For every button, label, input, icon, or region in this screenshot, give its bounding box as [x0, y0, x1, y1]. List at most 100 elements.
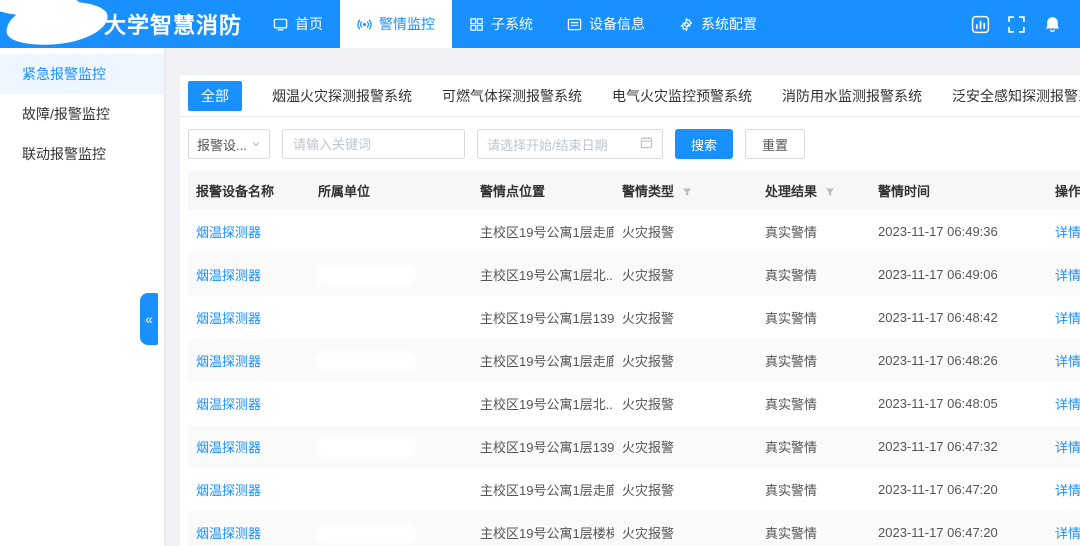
table-row: 烟温探测器 主校区19号公寓1层北... 火灾报警 真实警情 2023-11-1…	[188, 253, 1080, 296]
detail-link[interactable]: 详情	[1055, 311, 1080, 326]
device-link[interactable]: 烟温探测器	[196, 311, 261, 326]
action-cell: 详情处理	[1047, 511, 1080, 546]
fullscreen-icon[interactable]	[1007, 15, 1026, 34]
type-cell: 火灾报警	[614, 382, 757, 425]
nav-item-label: 系统配置	[701, 14, 757, 34]
result-cell: 真实警情	[757, 382, 870, 425]
type-cell: 火灾报警	[614, 511, 757, 546]
field-select-value: 报警设...	[197, 135, 247, 154]
time-cell: 2023-11-17 06:49:36	[870, 210, 1047, 253]
detail-link[interactable]: 详情	[1055, 440, 1080, 455]
table-row: 烟温探测器 主校区19号公寓1层楼梯3 火灾报警 真实警情 2023-11-17…	[188, 511, 1080, 546]
detail-link[interactable]: 详情	[1055, 225, 1080, 240]
nav-item-subsystem[interactable]: 子系统	[452, 0, 550, 48]
location-cell: 主校区19号公寓1层走廊4	[472, 210, 614, 253]
date-range-picker[interactable]: 请选择开始/结束日期	[477, 129, 663, 159]
filter-funnel-icon[interactable]	[682, 185, 692, 200]
tab-smoke-temp-fire[interactable]: 烟温火灾探测报警系统	[272, 86, 412, 106]
system-tabs: 全部 烟温火灾探测报警系统 可燃气体探测报警系统 电气火灾监控预警系统 消防用水…	[180, 75, 1080, 117]
reset-button[interactable]: 重置	[745, 129, 805, 159]
nav-item-home[interactable]: 首页	[256, 0, 340, 48]
table-container: 报警设备名称 所属单位 警情点位置 警情类型 处理结果	[180, 171, 1080, 546]
detail-link[interactable]: 详情	[1055, 397, 1080, 412]
location-cell: 主校区19号公寓1层走廊4	[472, 468, 614, 511]
filter-funnel-icon[interactable]	[825, 185, 835, 200]
location-cell: 主校区19号公寓1层北...	[472, 253, 614, 296]
col-action: 操作	[1047, 171, 1080, 210]
unit-cell	[310, 339, 472, 382]
monitor-icon	[273, 17, 288, 32]
location-cell: 主校区19号公寓1层139	[472, 296, 614, 339]
sidebar-item-emergency-alarm[interactable]: 紧急报警监控	[0, 54, 164, 94]
type-cell: 火灾报警	[614, 425, 757, 468]
top-navbar: 大学智慧消防 首页 警情监控 子系统 设备信息	[0, 0, 1080, 48]
sidebar-item-linkage-alarm[interactable]: 联动报警监控	[0, 134, 164, 174]
detail-link[interactable]: 详情	[1055, 268, 1080, 283]
action-cell: 详情处理	[1047, 339, 1080, 382]
redaction-smudge	[318, 268, 414, 283]
unit-cell	[310, 253, 472, 296]
sidebar-collapse-handle[interactable]: «	[140, 293, 158, 345]
col-unit: 所属单位	[310, 171, 472, 210]
action-cell: 详情处理	[1047, 382, 1080, 425]
device-link[interactable]: 烟温探测器	[196, 526, 261, 541]
keyword-input[interactable]	[282, 129, 465, 159]
location-cell: 主校区19号公寓1层走廊4	[472, 339, 614, 382]
detail-link[interactable]: 详情	[1055, 354, 1080, 369]
device-link[interactable]: 烟温探测器	[196, 354, 261, 369]
sidebar-item-label: 故障/报警监控	[22, 104, 110, 124]
device-cell: 烟温探测器	[188, 468, 310, 511]
detail-link[interactable]: 详情	[1055, 526, 1080, 541]
field-select[interactable]: 报警设...	[188, 129, 270, 159]
time-cell: 2023-11-17 06:47:20	[870, 468, 1047, 511]
device-link[interactable]: 烟温探测器	[196, 483, 261, 498]
sidebar-item-label: 紧急报警监控	[22, 64, 106, 84]
table-row: 烟温探测器 主校区19号公寓1层走廊4 火灾报警 真实警情 2023-11-17…	[188, 339, 1080, 382]
device-link[interactable]: 烟温探测器	[196, 397, 261, 412]
app-title: 大学智慧消防	[104, 8, 242, 40]
device-cell: 烟温探测器	[188, 382, 310, 425]
device-cell: 烟温探测器	[188, 425, 310, 468]
type-cell: 火灾报警	[614, 210, 757, 253]
type-cell: 火灾报警	[614, 253, 757, 296]
tab-combustible-gas[interactable]: 可燃气体探测报警系统	[442, 86, 582, 106]
result-cell: 真实警情	[757, 468, 870, 511]
unit-cell	[310, 425, 472, 468]
sidebar: 紧急报警监控 故障/报警监控 联动报警监控 «	[0, 48, 164, 546]
app-logo: 大学智慧消防	[0, 0, 256, 48]
table-row: 烟温探测器 主校区19号公寓1层北... 火灾报警 真实警情 2023-11-1…	[188, 382, 1080, 425]
nav-item-system-config[interactable]: 系统配置	[662, 0, 774, 48]
nav-item-device-info[interactable]: 设备信息	[550, 0, 662, 48]
result-cell: 真实警情	[757, 339, 870, 382]
statistics-chart-icon[interactable]	[971, 15, 990, 34]
table-header-row: 报警设备名称 所属单位 警情点位置 警情类型 处理结果	[188, 171, 1080, 210]
action-cell: 详情处理	[1047, 210, 1080, 253]
device-link[interactable]: 烟温探测器	[196, 225, 261, 240]
type-cell: 火灾报警	[614, 339, 757, 382]
nav-item-label: 警情监控	[379, 14, 435, 34]
location-cell: 主校区19号公寓1层楼梯3	[472, 511, 614, 546]
device-screen-icon	[567, 17, 582, 32]
time-cell: 2023-11-17 06:48:42	[870, 296, 1047, 339]
device-link[interactable]: 烟温探测器	[196, 268, 261, 283]
tab-electrical-fire[interactable]: 电气火灾监控预警系统	[612, 86, 752, 106]
device-link[interactable]: 烟温探测器	[196, 440, 261, 455]
table-row: 烟温探测器 主校区19号公寓1层139 火灾报警 真实警情 2023-11-17…	[188, 296, 1080, 339]
device-cell: 烟温探测器	[188, 511, 310, 546]
content-card: 全部 烟温火灾探测报警系统 可燃气体探测报警系统 电气火灾监控预警系统 消防用水…	[180, 75, 1080, 546]
time-cell: 2023-11-17 06:47:20	[870, 511, 1047, 546]
tab-all[interactable]: 全部	[188, 81, 242, 111]
redaction-smudge	[318, 225, 414, 240]
tab-pan-security[interactable]: 泛安全感知探测报警系统	[952, 86, 1080, 106]
sidebar-item-fault-alarm[interactable]: 故障/报警监控	[0, 94, 164, 134]
action-cell: 详情处理	[1047, 468, 1080, 511]
tab-fire-water[interactable]: 消防用水监测报警系统	[782, 86, 922, 106]
date-range-placeholder: 请选择开始/结束日期	[487, 135, 608, 154]
bell-icon[interactable]	[1043, 15, 1062, 34]
chevron-down-icon	[251, 137, 261, 152]
search-button[interactable]: 搜索	[675, 129, 733, 159]
time-cell: 2023-11-17 06:47:32	[870, 425, 1047, 468]
nav-item-alarm-monitor[interactable]: 警情监控	[340, 0, 452, 48]
detail-link[interactable]: 详情	[1055, 483, 1080, 498]
unit-cell	[310, 210, 472, 253]
